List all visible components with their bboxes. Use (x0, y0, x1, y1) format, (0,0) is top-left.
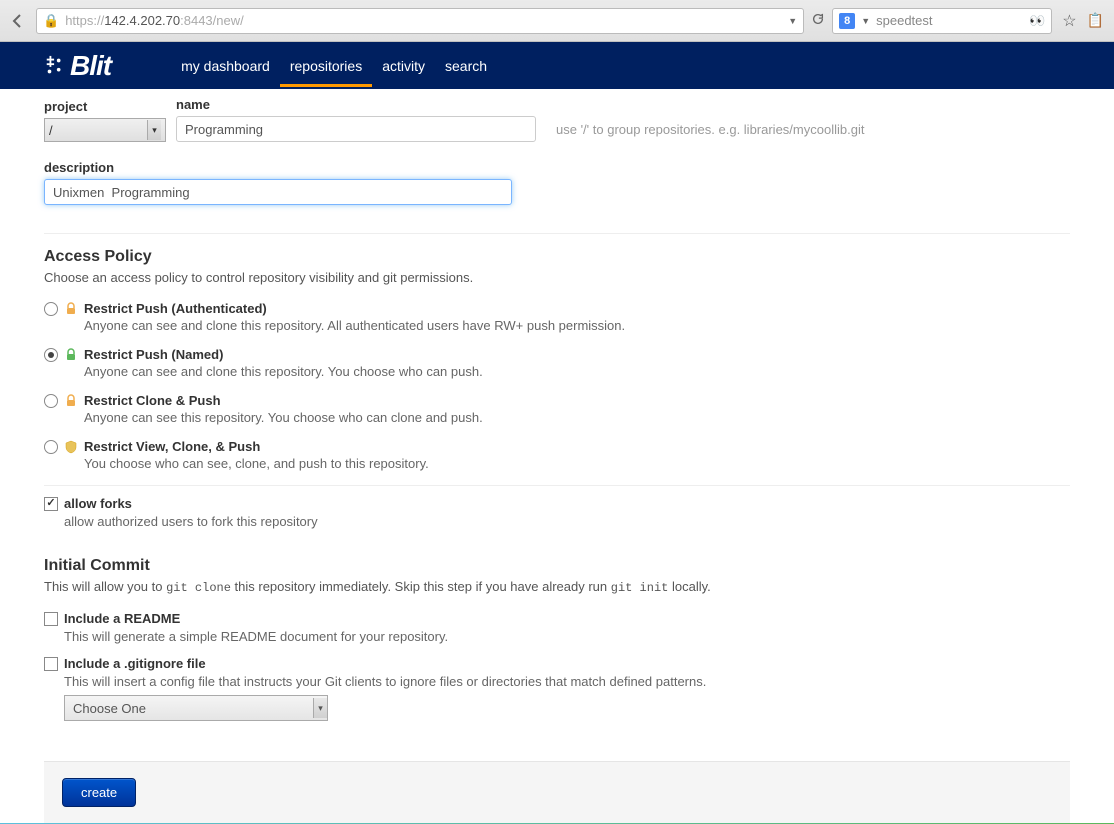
brand[interactable]: Blit (44, 50, 111, 82)
browser-search-box[interactable]: 8 ▼ speedtest 👀 (832, 8, 1052, 34)
lock-orange-icon (64, 394, 78, 408)
clipboard-icon[interactable]: 📋 (1087, 12, 1104, 29)
chevron-down-icon: ▾ (313, 698, 327, 718)
allow-forks-row[interactable]: allow forks (44, 496, 1070, 511)
app-navbar: Blit my dashboard repositories activity … (0, 42, 1114, 89)
access-option-1-label: Restrict Push (Named) (84, 347, 223, 362)
include-gitignore-row[interactable]: Include a .gitignore file (44, 656, 1070, 671)
shield-icon (64, 440, 78, 454)
radio-button[interactable] (44, 302, 58, 316)
gitignore-select-value: Choose One (73, 701, 146, 716)
back-button[interactable] (4, 7, 32, 35)
access-option-3[interactable]: Restrict View, Clone, & Push (44, 439, 1070, 454)
radio-button[interactable] (44, 394, 58, 408)
lock-icon: 🔒 (43, 13, 59, 29)
access-policy-subtitle: Choose an access policy to control repos… (44, 270, 1070, 285)
search-engine-dropdown-icon[interactable]: ▼ (861, 16, 870, 26)
allow-forks-checkbox[interactable] (44, 497, 58, 511)
url-bar[interactable]: 🔒 https://142.4.202.70:8443/new/ ▼ (36, 8, 804, 34)
access-option-1[interactable]: Restrict Push (Named) (44, 347, 1070, 362)
allow-forks-desc: allow authorized users to fork this repo… (64, 514, 1070, 529)
nav-search[interactable]: search (435, 44, 497, 87)
nav-my-dashboard[interactable]: my dashboard (171, 44, 280, 87)
browser-chrome: 🔒 https://142.4.202.70:8443/new/ ▼ 8 ▼ s… (0, 0, 1114, 42)
name-label: name (176, 97, 536, 112)
nav-activity[interactable]: activity (372, 44, 435, 87)
initial-commit-text: This will allow you to git clone this re… (44, 579, 1070, 595)
include-readme-row[interactable]: Include a README (44, 611, 1070, 626)
access-option-2-label: Restrict Clone & Push (84, 393, 221, 408)
brand-icon (44, 55, 66, 77)
radio-button[interactable] (44, 348, 58, 362)
lock-orange-icon (64, 302, 78, 316)
access-option-0[interactable]: Restrict Push (Authenticated) (44, 301, 1070, 316)
include-gitignore-desc: This will insert a config file that inst… (64, 674, 1070, 689)
gitignore-select[interactable]: Choose One ▾ (64, 695, 328, 721)
name-input[interactable] (176, 116, 536, 142)
bottom-accent-line (0, 823, 1114, 824)
access-option-0-label: Restrict Push (Authenticated) (84, 301, 267, 316)
include-readme-label: Include a README (64, 611, 180, 626)
main-container: project / ▾ name use '/' to group reposi… (0, 89, 1114, 823)
include-gitignore-label: Include a .gitignore file (64, 656, 206, 671)
access-option-3-desc: You choose who can see, clone, and push … (84, 456, 1070, 471)
access-option-3-label: Restrict View, Clone, & Push (84, 439, 260, 454)
arrow-left-icon (10, 13, 26, 29)
description-input[interactable] (44, 179, 512, 205)
project-label: project (44, 99, 166, 114)
include-gitignore-checkbox[interactable] (44, 657, 58, 671)
nav-links: my dashboard repositories activity searc… (171, 44, 497, 87)
brand-text: Blit (70, 50, 111, 82)
description-label: description (44, 160, 512, 175)
access-option-1-desc: Anyone can see and clone this repository… (84, 364, 1070, 379)
binoculars-icon: 👀 (1029, 13, 1045, 29)
allow-forks-label: allow forks (64, 496, 132, 511)
nav-repositories[interactable]: repositories (280, 44, 372, 87)
lock-green-icon (64, 348, 78, 362)
access-option-0-desc: Anyone can see and clone this repository… (84, 318, 1070, 333)
access-option-2[interactable]: Restrict Clone & Push (44, 393, 1070, 408)
project-select[interactable]: / ▾ (44, 118, 166, 142)
project-select-value: / (49, 123, 53, 138)
url-dropdown-icon[interactable]: ▼ (788, 16, 797, 26)
reload-button[interactable] (808, 12, 828, 29)
include-readme-desc: This will generate a simple README docum… (64, 629, 1070, 644)
radio-button[interactable] (44, 440, 58, 454)
access-policy-title: Access Policy (44, 248, 1070, 266)
include-readme-checkbox[interactable] (44, 612, 58, 626)
google-icon: 8 (839, 13, 855, 29)
bookmark-icon[interactable]: ☆ (1062, 11, 1076, 31)
search-placeholder: speedtest (876, 13, 932, 28)
initial-commit-title: Initial Commit (44, 557, 1070, 575)
url-text: https://142.4.202.70:8443/new/ (65, 13, 782, 28)
create-button[interactable]: create (62, 778, 136, 807)
name-hint: use '/' to group repositories. e.g. libr… (556, 122, 864, 142)
chevron-down-icon: ▾ (147, 120, 161, 140)
access-option-2-desc: Anyone can see this repository. You choo… (84, 410, 1070, 425)
reload-icon (811, 12, 825, 26)
